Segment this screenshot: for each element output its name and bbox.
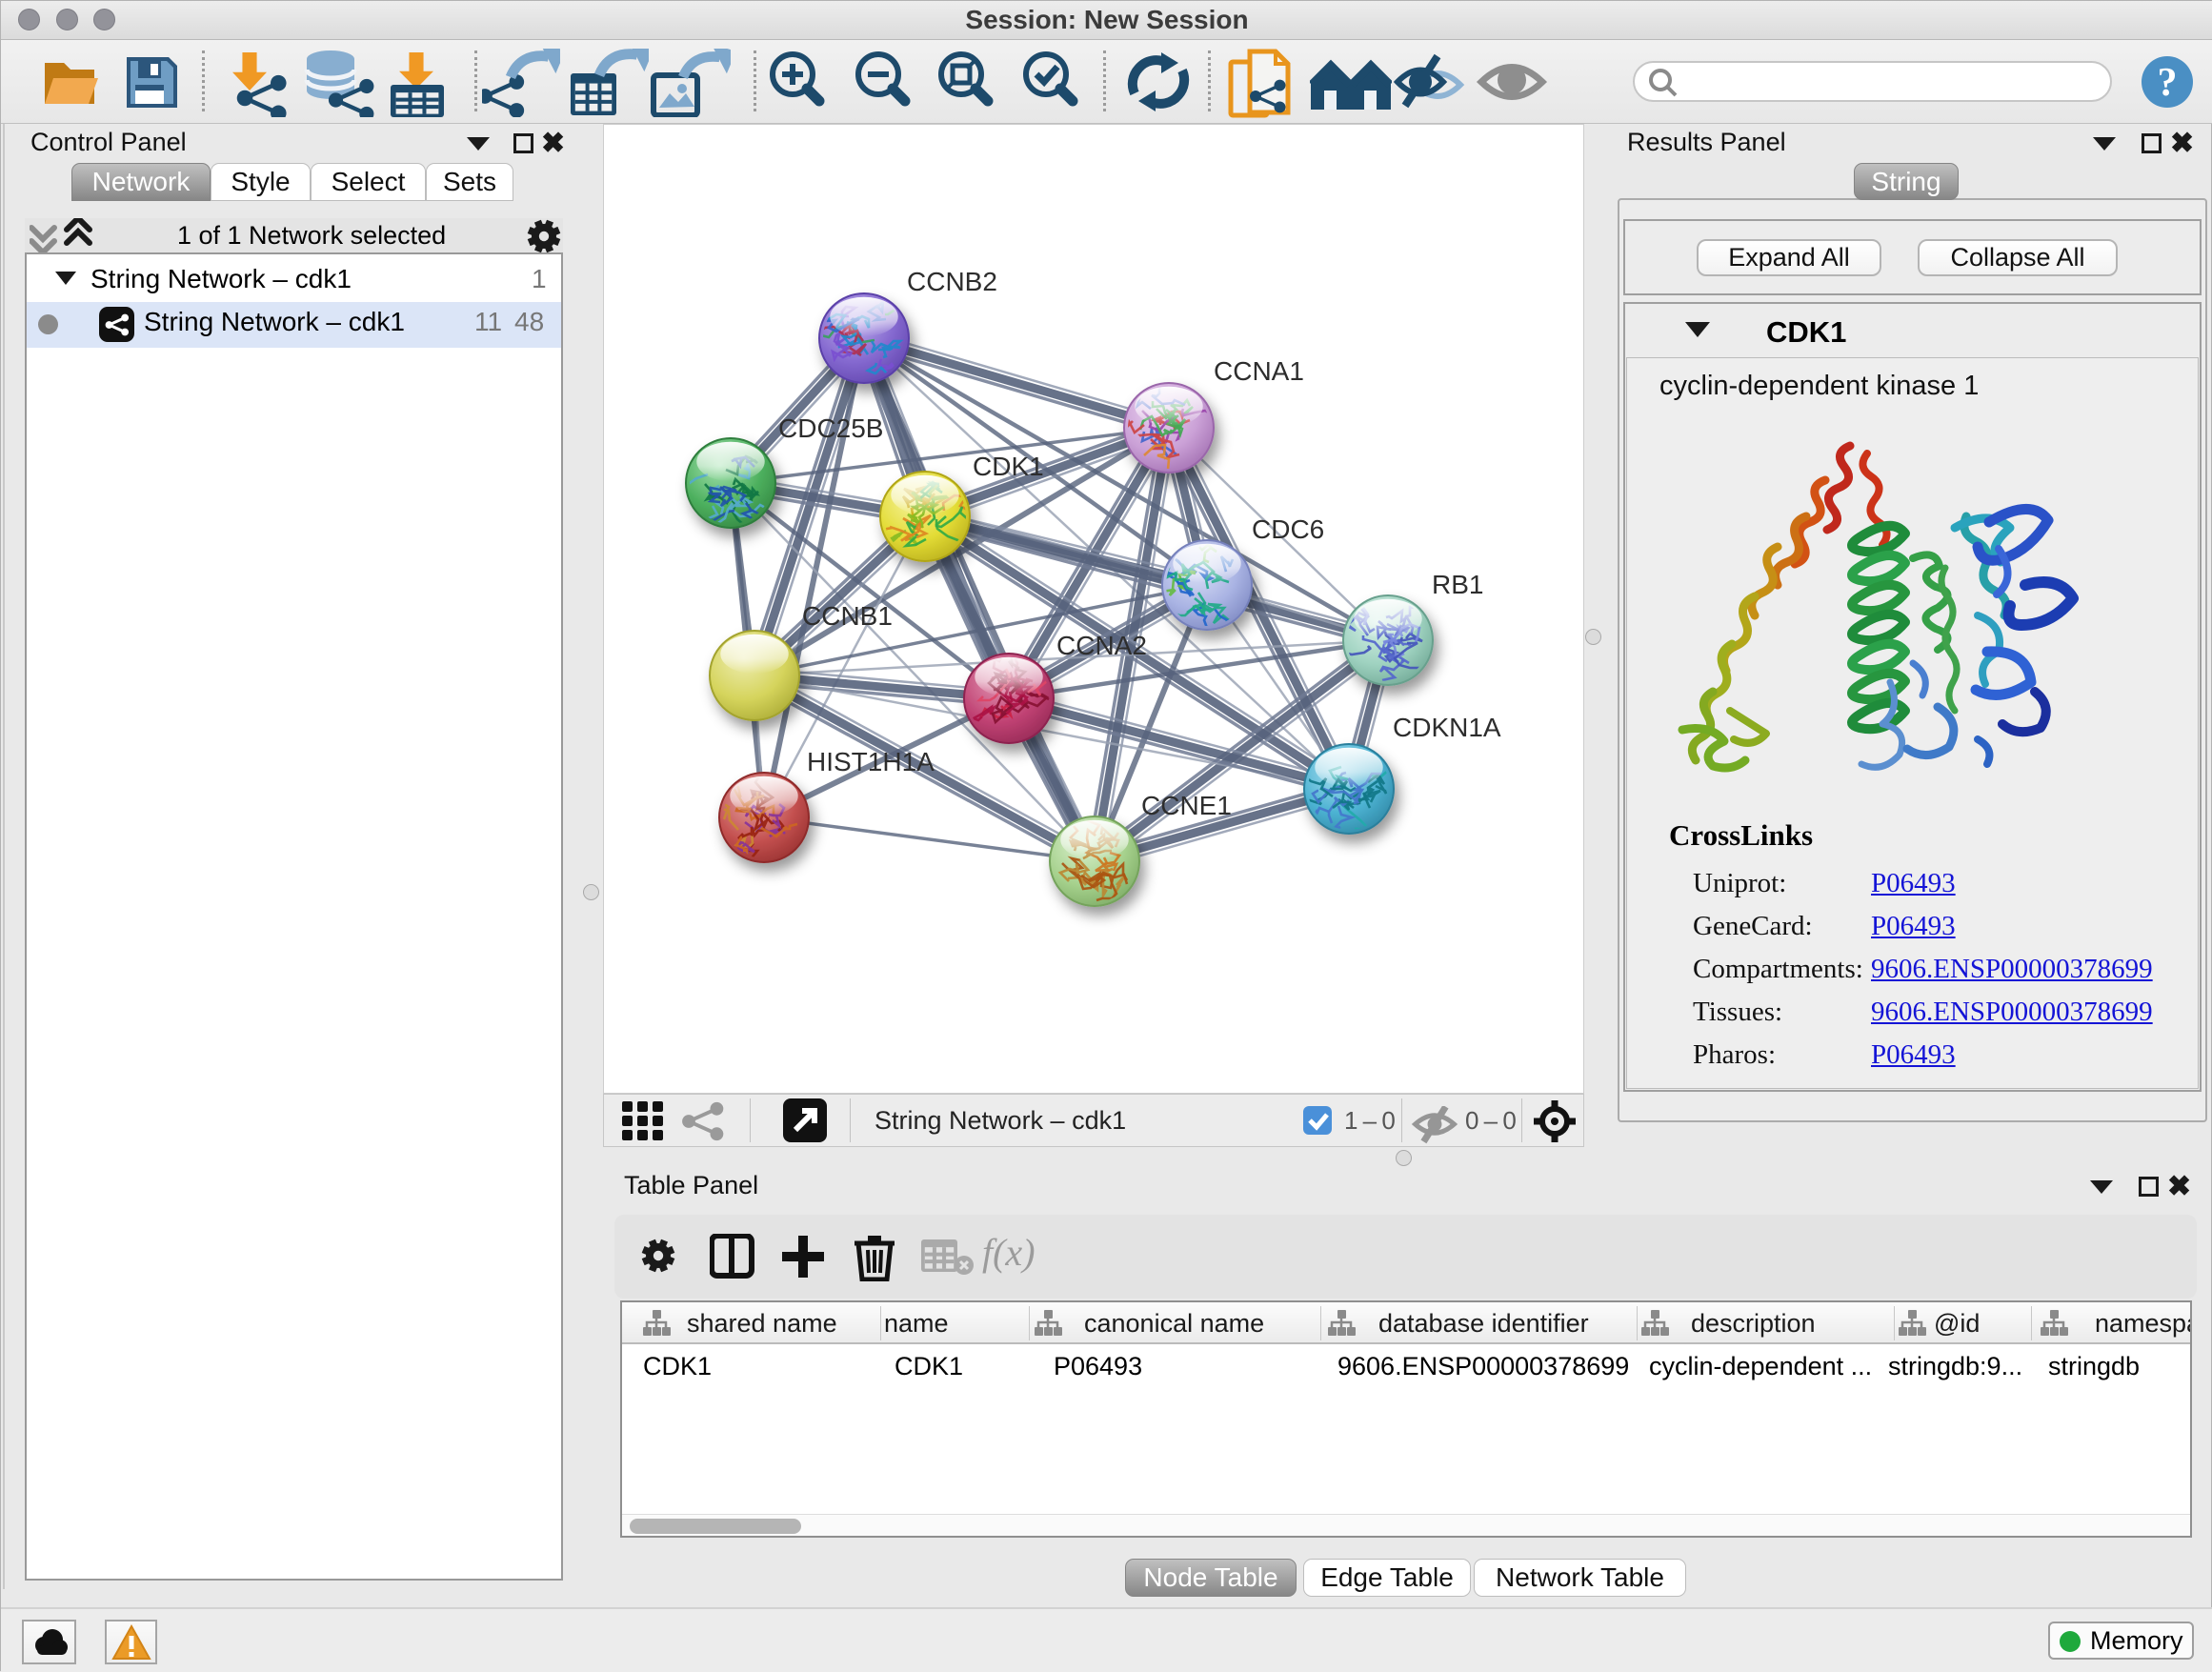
svg-text:CDK1: CDK1 <box>973 452 1044 481</box>
svg-text:CDC25B: CDC25B <box>778 413 883 443</box>
svg-text:CDKN1A: CDKN1A <box>1393 713 1501 742</box>
svg-text:RB1: RB1 <box>1432 570 1483 599</box>
svg-text:CCNA2: CCNA2 <box>1056 631 1147 660</box>
svg-text:CCNA1: CCNA1 <box>1214 356 1304 386</box>
svg-text:?: ? <box>2158 61 2178 105</box>
svg-text:HIST1H1A: HIST1H1A <box>807 747 935 776</box>
svg-text:CCNE1: CCNE1 <box>1141 791 1232 820</box>
svg-text:CDC6: CDC6 <box>1252 514 1324 544</box>
svg-text:CCNB2: CCNB2 <box>907 267 997 296</box>
svg-text:CCNB1: CCNB1 <box>802 601 893 631</box>
